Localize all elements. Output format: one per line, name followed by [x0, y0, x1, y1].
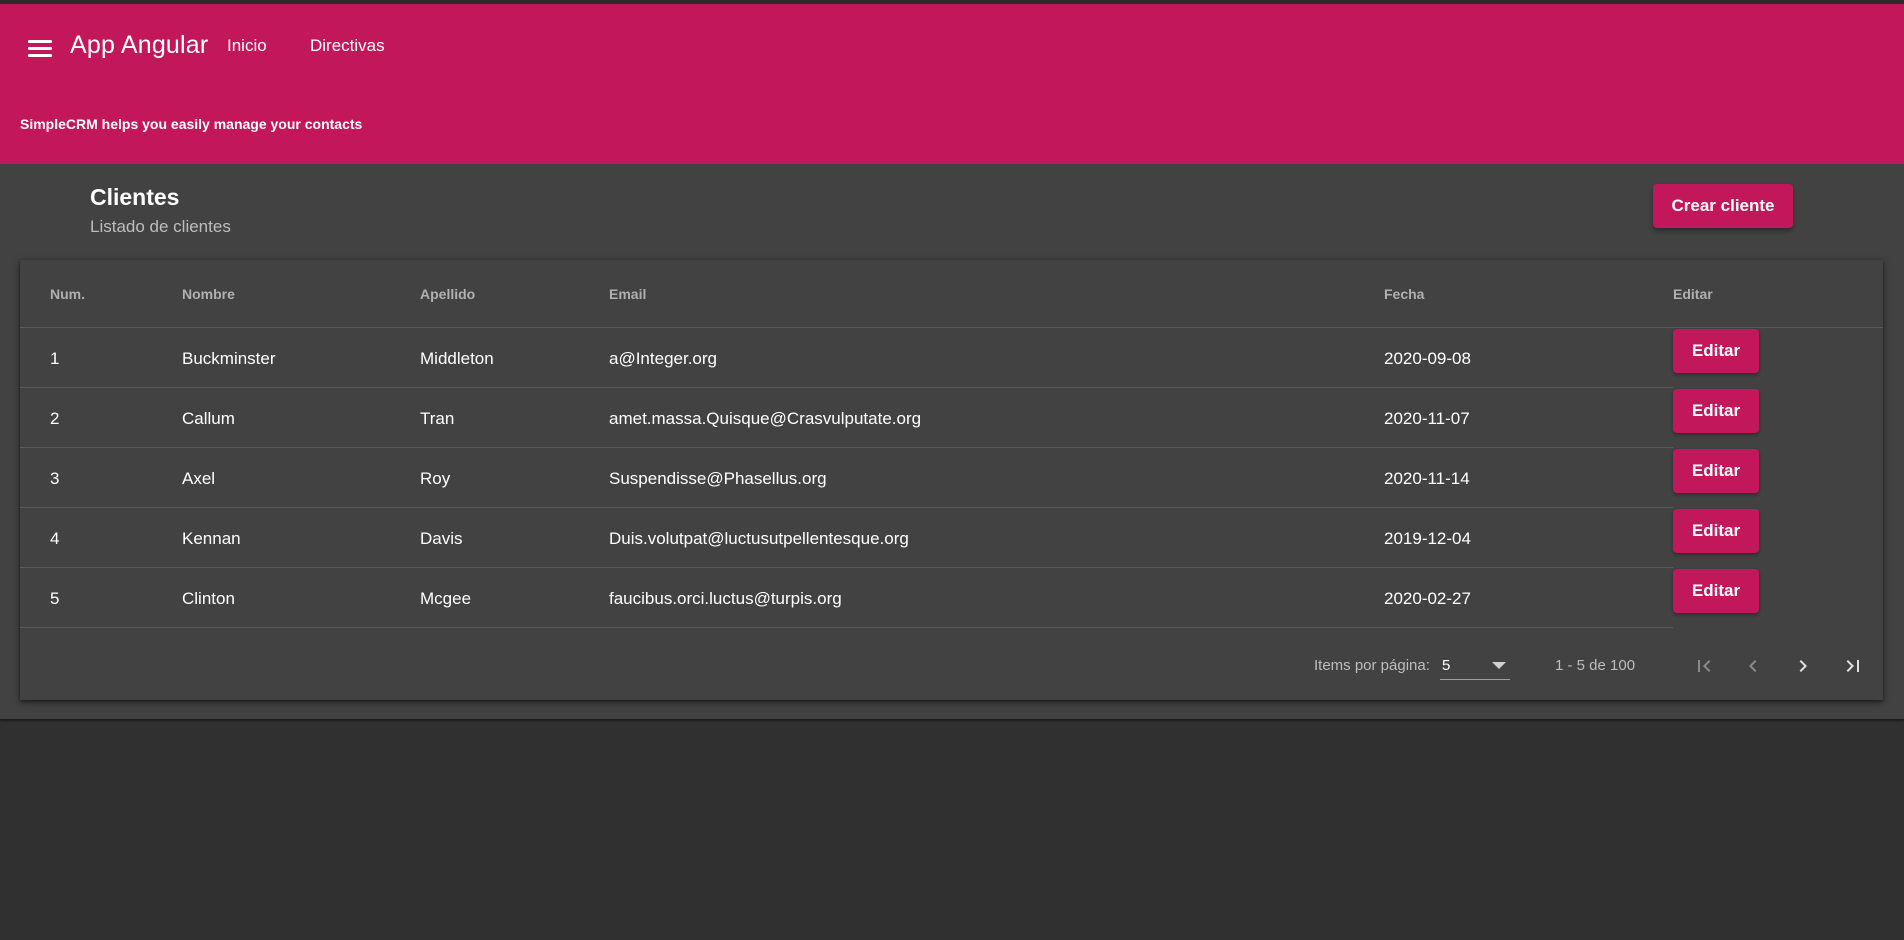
cell-apellido: Davis: [420, 529, 463, 548]
edit-button[interactable]: Editar: [1673, 449, 1759, 493]
column-header-email[interactable]: Email: [609, 286, 646, 302]
create-client-button[interactable]: Crear cliente: [1653, 184, 1793, 228]
first-page-icon[interactable]: [1684, 646, 1724, 686]
previous-page-icon[interactable]: [1733, 646, 1773, 686]
table-row: 1 Buckminster Middleton a@Integer.org 20…: [20, 328, 1673, 388]
menu-icon-bar: [28, 46, 52, 50]
page-size-select[interactable]: 5: [1440, 650, 1510, 680]
cell-num: 5: [50, 589, 60, 608]
column-header-fecha[interactable]: Fecha: [1384, 286, 1424, 302]
table-row: 4 Kennan Davis Duis.volutpat@luctusutpel…: [20, 508, 1673, 568]
cell-num: 3: [50, 469, 60, 488]
nav-link-directivas[interactable]: Directivas: [310, 36, 385, 56]
cell-fecha: 2020-11-14: [1384, 469, 1470, 488]
page-title: Clientes: [90, 184, 180, 210]
app-header: App Angular Inicio Directivas SimpleCRM …: [0, 4, 1904, 164]
edit-button[interactable]: Editar: [1673, 569, 1759, 613]
column-header-editar: Editar: [1673, 286, 1713, 302]
cell-nombre: Callum: [182, 409, 235, 428]
last-page-icon[interactable]: [1833, 646, 1873, 686]
menu-icon-bar: [28, 39, 52, 43]
clients-table: Num. Nombre Apellido Email Fecha Editar …: [20, 260, 1883, 700]
cell-email: Duis.volutpat@luctusutpellentesque.org: [609, 529, 909, 548]
cell-apellido: Tran: [420, 409, 455, 428]
column-header-num[interactable]: Num.: [50, 286, 85, 302]
cell-email: amet.massa.Quisque@Crasvulputate.org: [609, 409, 922, 428]
page-range-label: 1 - 5 de 100: [1555, 657, 1636, 674]
chevron-down-icon: [1492, 662, 1506, 669]
cell-fecha: 2020-11-07: [1384, 409, 1470, 428]
cell-fecha: 2020-02-27: [1384, 589, 1471, 608]
menu-icon-bar: [28, 53, 52, 57]
next-page-icon[interactable]: [1783, 646, 1823, 686]
menu-icon[interactable]: [28, 32, 60, 64]
cell-apellido: Mcgee: [420, 589, 472, 608]
page-subtitle: Listado de clientes: [90, 217, 231, 236]
column-header-nombre[interactable]: Nombre: [182, 286, 235, 302]
items-per-page-label: Items por página:: [1314, 657, 1430, 674]
edit-button[interactable]: Editar: [1673, 389, 1759, 433]
header-tagline: SimpleCRM helps you easily manage your c…: [20, 116, 363, 132]
table-row: 3 Axel Roy Suspendisse@Phasellus.org 202…: [20, 448, 1673, 508]
edit-button[interactable]: Editar: [1673, 329, 1759, 373]
cell-email: Suspendisse@Phasellus.org: [609, 469, 827, 488]
cell-nombre: Kennan: [182, 529, 241, 548]
cell-email: a@Integer.org: [609, 349, 717, 368]
table-row: 2 Callum Tran amet.massa.Quisque@Crasvul…: [20, 388, 1673, 448]
cell-apellido: Roy: [420, 469, 451, 488]
app-title: App Angular: [70, 31, 209, 59]
cell-fecha: 2019-12-04: [1384, 529, 1471, 548]
table-row: 5 Clinton Mcgee faucibus.orci.luctus@tur…: [20, 568, 1673, 628]
cell-num: 1: [50, 349, 60, 368]
cell-num: 4: [50, 529, 60, 548]
cell-email: faucibus.orci.luctus@turpis.org: [609, 589, 842, 608]
edit-button[interactable]: Editar: [1673, 509, 1759, 553]
cell-apellido: Middleton: [420, 349, 494, 368]
cell-num: 2: [50, 409, 60, 428]
nav-link-inicio[interactable]: Inicio: [227, 36, 267, 56]
toolbar: App Angular Inicio Directivas: [0, 4, 1904, 84]
cell-fecha: 2020-09-08: [1384, 349, 1471, 368]
cell-nombre: Axel: [182, 469, 216, 488]
cell-nombre: Buckminster: [182, 349, 276, 368]
page-size-value: 5: [1442, 657, 1451, 674]
table-header: Num. Nombre Apellido Email Fecha Editar: [20, 260, 1883, 328]
column-header-apellido[interactable]: Apellido: [420, 286, 475, 302]
clients-card: Clientes Listado de clientes Crear clien…: [0, 164, 1904, 719]
cell-nombre: Clinton: [182, 589, 235, 608]
paginator: Items por página: 5 1 - 5 de 100: [20, 628, 1883, 700]
